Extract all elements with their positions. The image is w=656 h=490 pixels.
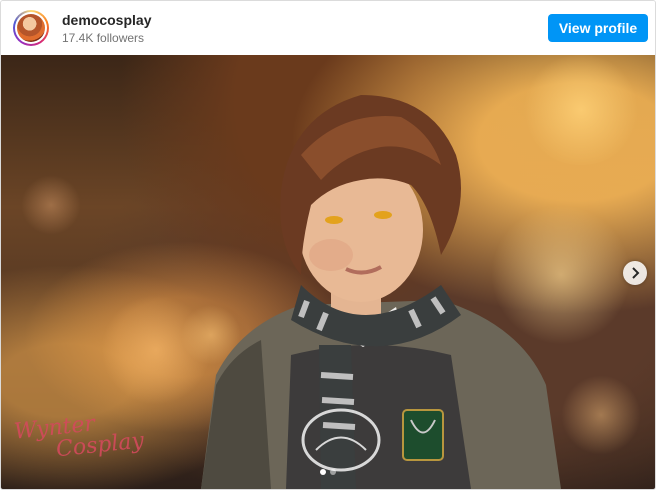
next-slide-button[interactable] — [623, 261, 647, 285]
view-profile-button[interactable]: View profile — [548, 14, 648, 42]
slytherin-crest — [402, 409, 444, 461]
left-eye — [325, 216, 343, 224]
post-photo[interactable]: Wynter Cosplay — [1, 55, 655, 489]
follower-count: 17.4K followers — [62, 31, 145, 45]
chevron-right-icon — [632, 267, 640, 279]
carousel-dot-1 — [320, 469, 326, 475]
post-header: democosplay 17.4K followers View profile — [1, 1, 655, 55]
username[interactable]: democosplay — [62, 12, 151, 28]
avatar-ring-inner — [15, 12, 47, 44]
avatar[interactable] — [13, 10, 49, 46]
carousel-indicators — [1, 469, 655, 475]
carousel-dot-2 — [330, 469, 336, 475]
instagram-embed: democosplay 17.4K followers View profile — [0, 0, 656, 490]
right-eye — [374, 211, 392, 219]
avatar-image — [17, 14, 45, 42]
